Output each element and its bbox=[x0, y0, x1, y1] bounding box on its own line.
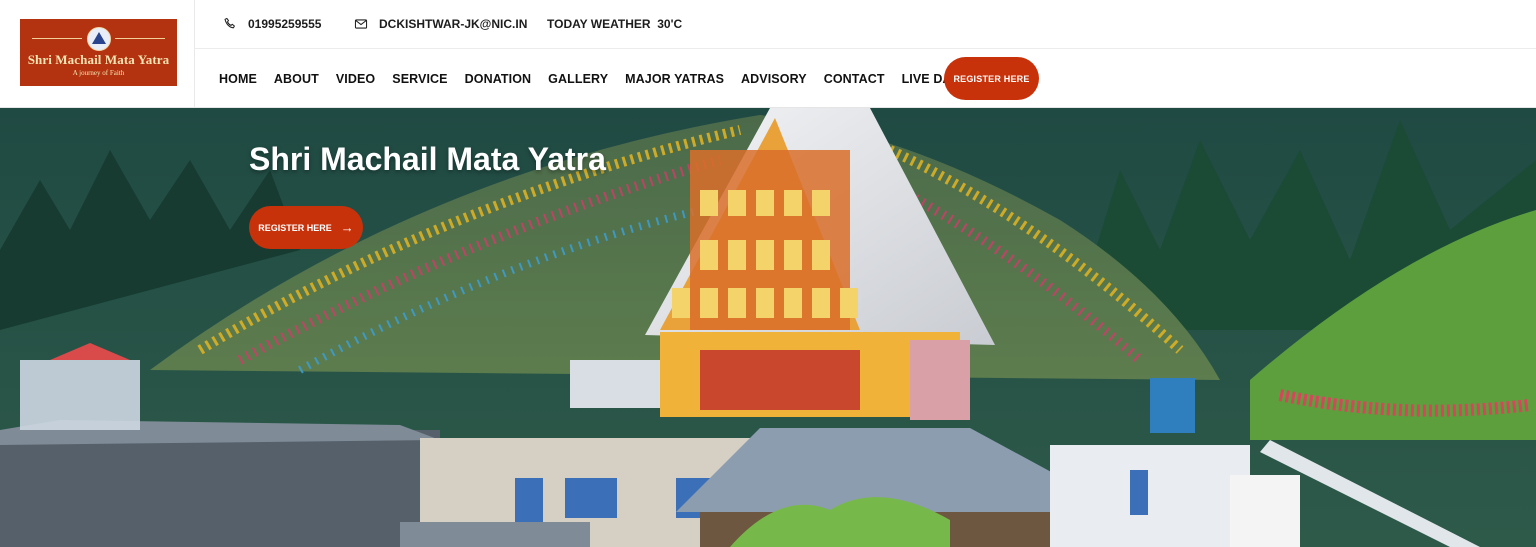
phone-number: 01995259555 bbox=[248, 17, 322, 31]
weather-text: TODAY WEATHER 30'C bbox=[547, 17, 683, 31]
mail-icon bbox=[354, 19, 368, 29]
logo-title: Shri Machail Mata Yatra bbox=[27, 52, 170, 67]
nav-video[interactable]: VIDEO bbox=[336, 72, 375, 86]
main-navigation: HOME ABOUT VIDEO SERVICE DONATION GALLER… bbox=[219, 72, 1014, 86]
nav-contact[interactable]: CONTACT bbox=[824, 72, 885, 86]
temple-emblem-icon bbox=[87, 27, 111, 51]
nav-service[interactable]: SERVICE bbox=[392, 72, 447, 86]
email-contact[interactable]: DCKISHTWAR-JK@NIC.IN bbox=[354, 17, 527, 31]
nav-donation[interactable]: DONATION bbox=[465, 72, 532, 86]
arrow-right-icon: → bbox=[340, 220, 354, 235]
phone-icon bbox=[224, 17, 235, 29]
logo-tagline: A journey of Faith bbox=[72, 69, 125, 77]
hero-register-label: REGISTER HERE bbox=[258, 222, 332, 233]
site-header: Shri Machail Mata Yatra A journey of Fai… bbox=[0, 0, 1536, 108]
hero-title: Shri Machail Mata Yatra bbox=[249, 141, 606, 177]
nav-gallery[interactable]: GALLERY bbox=[548, 72, 608, 86]
logo-divider-left bbox=[32, 38, 82, 39]
logo-divider-right bbox=[115, 38, 165, 39]
nav-home[interactable]: HOME bbox=[219, 72, 257, 86]
nav-major-yatras[interactable]: MAJOR YATRAS bbox=[625, 72, 724, 86]
header-register-button[interactable]: REGISTER HERE bbox=[944, 57, 1039, 100]
site-logo[interactable]: Shri Machail Mata Yatra A journey of Fai… bbox=[20, 19, 177, 86]
nav-about[interactable]: ABOUT bbox=[274, 72, 319, 86]
phone-contact[interactable]: 01995259555 bbox=[223, 17, 321, 31]
email-address: DCKISHTWAR-JK@NIC.IN bbox=[379, 17, 528, 31]
weather-info: TODAY WEATHER 30'C bbox=[547, 17, 682, 31]
nav-advisory[interactable]: ADVISORY bbox=[741, 72, 807, 86]
contact-bar: 01995259555 DCKISHTWAR-JK@NIC.IN TODAY W… bbox=[194, 0, 1536, 49]
hero-register-button[interactable]: REGISTER HERE → bbox=[249, 206, 363, 249]
logo-container: Shri Machail Mata Yatra A journey of Fai… bbox=[4, 0, 195, 107]
